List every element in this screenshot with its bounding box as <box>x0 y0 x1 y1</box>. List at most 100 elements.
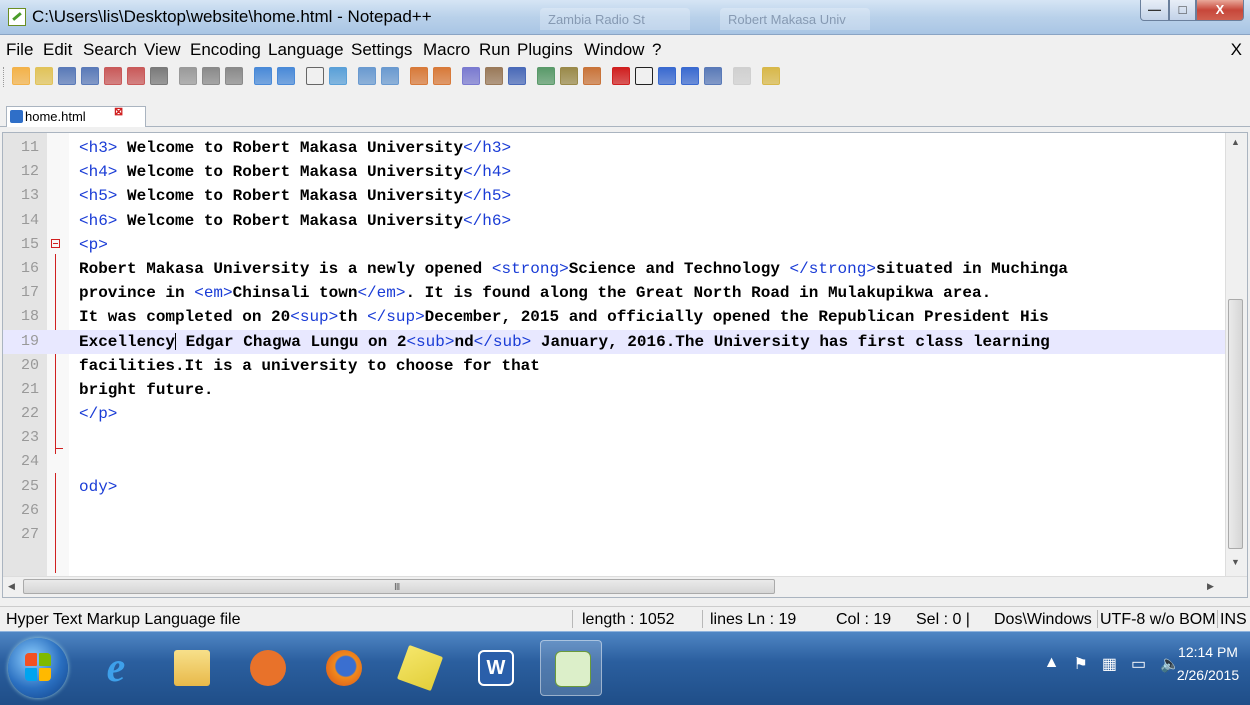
code-line[interactable]: 16 Robert Makasa University is a newly op… <box>3 257 1225 281</box>
doc-map-icon[interactable] <box>537 67 555 85</box>
code-token: Science and Technology <box>568 259 790 278</box>
paste-icon[interactable] <box>225 67 243 85</box>
code-line[interactable]: 21 bright future. <box>3 378 1225 402</box>
fold-collapse-icon[interactable] <box>51 238 60 248</box>
code-line[interactable]: 14 <h6> Welcome to Robert Makasa Universi… <box>3 209 1225 233</box>
horizontal-scrollbar[interactable]: ◀ III ▶ <box>3 576 1247 597</box>
taskbar-clock[interactable]: 12:14 PM 2/26/2015 <box>1176 641 1240 687</box>
menu-search[interactable]: Search <box>83 40 137 60</box>
code-line[interactable]: 24 <box>3 450 1225 474</box>
extra-icon[interactable] <box>762 67 780 85</box>
save-all-icon[interactable] <box>81 67 99 85</box>
taskbar-word[interactable]: W <box>464 640 528 696</box>
network-icon[interactable]: ▭ <box>1131 654 1146 674</box>
browser-tab-robert-makasa[interactable]: Robert Makasa Univ <box>720 8 870 30</box>
undo-icon[interactable] <box>254 67 272 85</box>
folder-workspace-icon[interactable] <box>583 67 601 85</box>
open-file-icon[interactable] <box>35 67 53 85</box>
menu-window[interactable]: Window <box>584 40 644 60</box>
zoom-in-icon[interactable] <box>358 67 376 85</box>
new-file-icon[interactable] <box>12 67 30 85</box>
menu-help[interactable]: ? <box>652 40 661 60</box>
zoom-out-icon[interactable] <box>381 67 399 85</box>
redo-icon[interactable] <box>277 67 295 85</box>
maximize-button[interactable]: □ <box>1169 0 1196 21</box>
clock-time: 12:14 PM <box>1178 644 1238 660</box>
taskbar-internet-explorer[interactable]: e <box>84 640 148 696</box>
show-hidden-icons-icon[interactable]: ▲ <box>1044 654 1060 674</box>
play-macro-icon[interactable] <box>658 67 676 85</box>
menu-file[interactable]: File <box>6 40 33 60</box>
cut-icon[interactable] <box>179 67 197 85</box>
code-line[interactable]: 25 ody> <box>3 475 1225 499</box>
tab-close-icon[interactable]: ⊠ <box>114 105 123 118</box>
close-button[interactable]: X <box>1196 0 1244 21</box>
tab-home-html[interactable]: home.html ⊠ <box>6 106 146 127</box>
taskbar-sticky-notes[interactable] <box>388 640 452 696</box>
line-number: 25 <box>20 477 39 495</box>
show-all-chars-icon[interactable] <box>485 67 503 85</box>
code-line[interactable]: 26 <box>3 499 1225 523</box>
taskbar-firefox[interactable] <box>312 640 376 696</box>
menu-settings[interactable]: Settings <box>351 40 412 60</box>
stop-record-icon[interactable] <box>635 67 653 85</box>
menu-macro[interactable]: Macro <box>423 40 470 60</box>
code-line[interactable]: 19 Excellency Edgar Chagwa Lungu on 2<sub… <box>3 329 1225 354</box>
code-line[interactable]: 27 <box>3 523 1225 547</box>
code-line[interactable]: 17 province in <em>Chinsali town</em>. It… <box>3 281 1225 305</box>
code-lines[interactable]: 11 <h3> Welcome to Robert Makasa Universi… <box>3 136 1225 547</box>
find-icon[interactable] <box>306 67 324 85</box>
scroll-right-arrow-icon[interactable]: ▶ <box>1207 581 1214 592</box>
menu-run[interactable]: Run <box>479 40 510 60</box>
close-document-button[interactable]: X <box>1231 40 1242 60</box>
menu-plugins[interactable]: Plugins <box>517 40 573 60</box>
code-line[interactable]: 22 </p> <box>3 402 1225 426</box>
scroll-left-arrow-icon[interactable]: ◀ <box>8 581 15 592</box>
copy-icon[interactable] <box>202 67 220 85</box>
menu-encoding[interactable]: Encoding <box>190 40 261 60</box>
toolbar <box>0 63 1250 91</box>
html-tag: </sub> <box>473 332 532 351</box>
taskbar-media-player[interactable] <box>236 640 300 696</box>
start-button[interactable] <box>8 638 68 698</box>
code-token: Welcome to Robert Makasa University <box>117 163 464 182</box>
scroll-down-arrow-icon[interactable]: ▼ <box>1231 557 1240 567</box>
menu-language[interactable]: Language <box>268 40 344 60</box>
code-line[interactable]: 18 It was completed on 20<sup>th </sup>De… <box>3 305 1225 329</box>
action-center-flag-icon[interactable]: ⚑ <box>1073 654 1087 674</box>
menu-edit[interactable]: Edit <box>43 40 72 60</box>
record-macro-icon[interactable] <box>612 67 630 85</box>
spell-check-icon[interactable] <box>733 67 751 85</box>
code-line[interactable]: 20 facilities.It is a university to choos… <box>3 354 1225 378</box>
code-line[interactable]: 15 <p> <box>3 233 1225 257</box>
code-line[interactable]: 23 <box>3 426 1225 450</box>
scroll-up-arrow-icon[interactable]: ▲ <box>1231 137 1240 147</box>
save-icon[interactable] <box>58 67 76 85</box>
code-token: nd <box>454 332 474 351</box>
vertical-scroll-thumb[interactable] <box>1228 299 1243 549</box>
function-list-icon[interactable] <box>560 67 578 85</box>
minimize-button[interactable]: — <box>1140 0 1169 21</box>
sync-horizontal-icon[interactable] <box>433 67 451 85</box>
vertical-scrollbar[interactable]: ▲ ▼ <box>1225 133 1247 577</box>
indent-guide-icon[interactable] <box>508 67 526 85</box>
code-line[interactable]: 12 <h4> Welcome to Robert Makasa Universi… <box>3 160 1225 184</box>
horizontal-scroll-thumb[interactable]: III <box>23 579 775 594</box>
code-line[interactable]: 13 <h5> Welcome to Robert Makasa Universi… <box>3 184 1225 208</box>
sync-vertical-icon[interactable] <box>410 67 428 85</box>
close-all-icon[interactable] <box>127 67 145 85</box>
system-tray: ▲ ⚑ ▦ ▭ 🔈 <box>1044 654 1180 674</box>
word-wrap-icon[interactable] <box>462 67 480 85</box>
taskbar-file-explorer[interactable] <box>160 640 224 696</box>
browser-tab-zambia-radio[interactable]: Zambia Radio St <box>540 8 690 30</box>
print-icon[interactable] <box>150 67 168 85</box>
devices-icon[interactable]: ▦ <box>1102 654 1117 674</box>
close-icon[interactable] <box>104 67 122 85</box>
taskbar-notepadpp[interactable] <box>540 640 602 696</box>
replace-icon[interactable] <box>329 67 347 85</box>
code-editor[interactable]: 11 <h3> Welcome to Robert Makasa Universi… <box>2 132 1248 598</box>
run-macro-multiple-icon[interactable] <box>681 67 699 85</box>
code-line[interactable]: 11 <h3> Welcome to Robert Makasa Universi… <box>3 136 1225 160</box>
save-macro-icon[interactable] <box>704 67 722 85</box>
menu-view[interactable]: View <box>144 40 181 60</box>
